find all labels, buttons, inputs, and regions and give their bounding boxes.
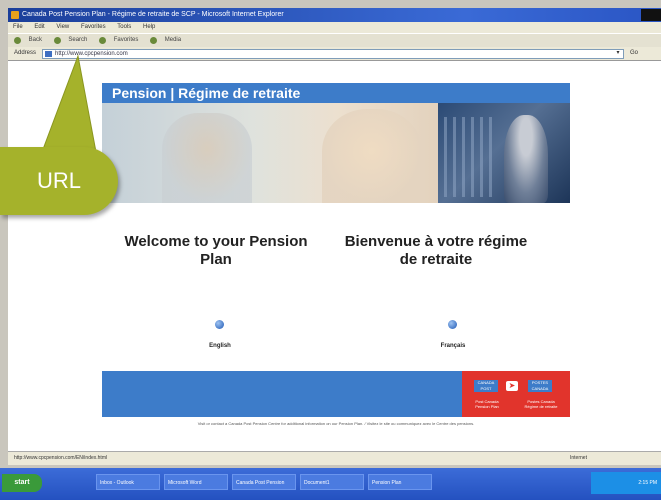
back-button[interactable]: Back (29, 34, 42, 47)
taskbar: start Inbox - Outlook Microsoft Word Can… (0, 468, 661, 500)
hero-figure-right (504, 115, 548, 203)
logo-arrow-icon: ➤ (506, 381, 518, 391)
address-input[interactable]: http://www.cpcpension.com (42, 49, 624, 59)
browser-toolbar: Back Search Favorites Media (8, 33, 661, 48)
address-bar: Address http://www.cpcpension.com ▾ Go (8, 47, 661, 61)
search-icon[interactable] (53, 37, 61, 44)
web-page: Pension | Régime de retraite Welcome to … (8, 61, 661, 451)
favorites-button[interactable]: Favorites (114, 34, 139, 47)
search-button[interactable]: Search (68, 34, 87, 47)
menu-view[interactable]: View (56, 24, 69, 30)
hero-background-detail (444, 117, 494, 197)
close-window-button[interactable] (641, 9, 661, 21)
favorites-icon[interactable] (99, 37, 107, 44)
logo-box-left: CANADA POST (474, 380, 498, 392)
status-bar: http://www.cpcpension.com/EN/index.html … (8, 451, 661, 465)
english-link[interactable]: English (190, 343, 250, 349)
url-callout: URL (0, 147, 118, 215)
start-button[interactable]: start (2, 474, 42, 492)
hero-image-right (438, 103, 570, 203)
logo-text-left: Post Canada Pension Plan (475, 399, 499, 409)
english-bullet-icon[interactable] (215, 320, 224, 329)
taskbar-item[interactable]: Canada Post Pension (232, 474, 296, 490)
page-banner-title: Pension | Régime de retraite (102, 83, 570, 103)
window-title: Canada Post Pension Plan - Régime de ret… (22, 11, 284, 18)
system-tray-clock: 2:15 PM (591, 472, 661, 494)
logo-text-right: Postes Canada Régime de retraite (524, 399, 558, 409)
browser-icon (11, 11, 19, 19)
media-button[interactable]: Media (165, 34, 181, 47)
logo-box-right: POSTES CANADA (528, 380, 552, 392)
taskbar-item[interactable]: Microsoft Word (164, 474, 228, 490)
media-icon[interactable] (150, 37, 158, 44)
page-icon (45, 51, 52, 57)
menu-favorites[interactable]: Favorites (81, 24, 106, 30)
address-dropdown-icon[interactable]: ▾ (614, 49, 622, 57)
taskbar-item[interactable]: Document1 (300, 474, 364, 490)
hero-image-left (102, 103, 438, 203)
go-button[interactable]: Go (630, 47, 638, 60)
back-icon[interactable] (14, 37, 21, 44)
footer-disclaimer: Visit or contact a Canada Post Pension C… (197, 421, 475, 426)
window-title-bar: Canada Post Pension Plan - Régime de ret… (8, 8, 661, 22)
menu-edit[interactable]: Edit (34, 24, 44, 30)
address-label: Address (14, 50, 37, 56)
menu-bar: File Edit View Favorites Tools Help (8, 22, 661, 33)
menu-help[interactable]: Help (143, 24, 155, 30)
french-link[interactable]: Français (423, 343, 483, 349)
welcome-heading-french: Bienvenue à votre régime de retraite (344, 233, 528, 268)
taskbar-item[interactable]: Inbox - Outlook (96, 474, 160, 490)
status-text: http://www.cpcpension.com/EN/index.html (14, 455, 108, 461)
address-value: http://www.cpcpension.com (55, 51, 128, 57)
french-bullet-icon[interactable] (448, 320, 457, 329)
menu-file[interactable]: File (13, 24, 23, 30)
hero-figure-left (162, 113, 252, 203)
hero-figure-center (322, 109, 422, 203)
canada-post-logo[interactable]: CANADA POST ➤ POSTES CANADA Post Canada … (462, 371, 570, 417)
taskbar-item[interactable]: Pension Plan (368, 474, 432, 490)
menu-tools[interactable]: Tools (117, 24, 131, 30)
welcome-heading-english: Welcome to your Pension Plan (124, 233, 308, 268)
status-zone: Internet (570, 455, 587, 461)
